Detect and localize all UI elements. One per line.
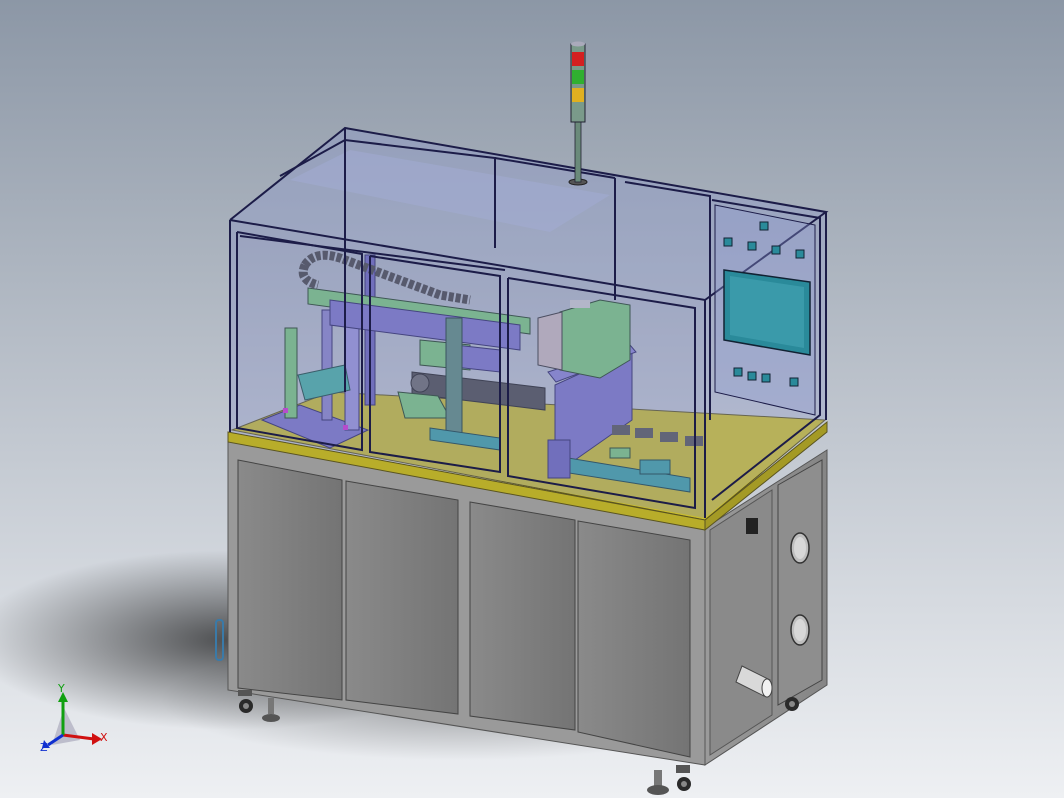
hmi-button-9[interactable] [789, 377, 799, 387]
cabinet-door-1[interactable] [237, 459, 343, 701]
side-label-plate [746, 518, 758, 534]
triad-x-label: X [100, 731, 108, 744]
hmi-button-6[interactable] [733, 367, 743, 377]
cabinet-door-3[interactable] [469, 501, 576, 731]
tower-light-pole [574, 119, 582, 183]
triad-z-label: Z [40, 741, 48, 754]
triad-y-label: Y [57, 682, 65, 695]
hmi-button-1[interactable] [723, 237, 733, 247]
cabinet-door-4[interactable] [577, 520, 691, 758]
cabinet-side-panel [709, 489, 773, 756]
model-scene[interactable]: X Y Z [0, 0, 1064, 798]
hmi-panel[interactable] [714, 204, 816, 416]
hmi-button-3[interactable] [771, 245, 781, 255]
tower-light-amber [572, 88, 584, 102]
hmi-button-5[interactable] [759, 221, 769, 231]
cable-port-upper-inner [794, 537, 806, 559]
cabinet-side-door[interactable] [777, 459, 823, 706]
cabinet-door-2[interactable] [345, 480, 459, 715]
hmi-button-8[interactable] [761, 373, 771, 383]
hmi-button-4[interactable] [795, 249, 805, 259]
tower-light-cap [571, 41, 585, 47]
cad-viewport[interactable]: X Y Z [0, 0, 1064, 798]
cable-port-lower-inner [794, 619, 806, 641]
hmi-button-2[interactable] [747, 241, 757, 251]
hmi-button-7[interactable] [747, 371, 757, 381]
tower-light-red [572, 52, 584, 66]
tower-light-green [572, 70, 584, 84]
caster-rear-right [785, 697, 799, 711]
